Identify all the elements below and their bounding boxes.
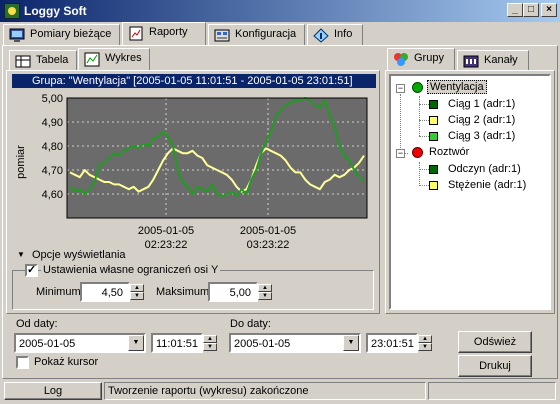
group-tree[interactable]: − Wentylacja Ciąg 1 (adr:1) Ciąg 2 (adr:… [389, 74, 551, 310]
status-message: Tworzenie raportu (wykresu) zakończone [104, 382, 426, 400]
log-button[interactable]: Log [4, 382, 102, 400]
tab-kanaly[interactable]: Kanały [457, 50, 529, 71]
to-date-input[interactable]: 2005-01-05 [229, 333, 361, 353]
minimize-button[interactable]: _ [507, 3, 523, 17]
max-spinner[interactable]: ▲ ▼ [258, 284, 272, 300]
tab-pomiary[interactable]: Pomiary bieżące [3, 24, 120, 46]
tab-label: Pomiary bieżące [30, 28, 112, 40]
channels-icon [463, 55, 479, 68]
y-tick-label: 4,80 [42, 141, 63, 153]
report-icon [129, 26, 143, 41]
show-cursor-checkbox[interactable] [16, 356, 29, 369]
y-tick-label: 4,70 [42, 165, 63, 177]
show-cursor-label: Pokaż kursor [34, 356, 99, 368]
y-tick-label: 4,60 [42, 189, 63, 201]
window-title: Loggy Soft [24, 4, 87, 18]
tab-label: Kanały [484, 54, 518, 66]
tree-channel[interactable]: Ciąg 1 (adr:1) [448, 98, 515, 110]
min-input[interactable]: 4,50 [80, 282, 130, 302]
custom-limits-checkbox[interactable]: ✓ [25, 264, 38, 277]
chart-header: Grupa: "Wentylacja" [2005-01-05 11:01:51… [12, 74, 376, 88]
tab-grupy[interactable]: Grupy [387, 48, 455, 71]
config-icon [214, 29, 230, 42]
tree-group-wentylacja[interactable]: Wentylacja [427, 80, 487, 94]
y-tick-label: 5,00 [42, 93, 63, 105]
table-icon [15, 55, 31, 68]
app-icon [4, 3, 20, 19]
to-time-input[interactable]: 23:01:51 [366, 333, 418, 353]
tree-channel[interactable]: Ciąg 3 (adr:1) [448, 130, 515, 142]
refresh-button[interactable]: Odśwież [458, 331, 532, 353]
channel-color-icon [429, 100, 438, 109]
close-button[interactable]: × [541, 3, 557, 17]
tab-konfiguracja[interactable]: Konfiguracja [208, 24, 305, 46]
max-input[interactable]: 5,00 [208, 282, 258, 302]
tab-label: Wykres [105, 52, 142, 64]
max-label: Maksimum [156, 286, 210, 298]
title-bar: Loggy Soft _ □ × [0, 0, 560, 22]
dropdown-arrow-icon[interactable]: ▼ [128, 335, 144, 351]
collapse-arrow-icon[interactable]: ▼ [17, 250, 25, 259]
from-time-input[interactable]: 11:01:51 [151, 333, 203, 353]
plot-area [67, 98, 367, 218]
tree-channel[interactable]: Odczyn (adr:1) [448, 163, 521, 175]
tab-label: Grupy [414, 52, 444, 64]
collapse-toggle[interactable]: − [396, 149, 405, 158]
from-date-label: Od daty: [16, 318, 58, 330]
dropdown-arrow-icon[interactable]: ▼ [343, 335, 359, 351]
channel-color-icon [429, 116, 438, 125]
channel-color-icon [429, 181, 438, 190]
from-date-input[interactable]: 2005-01-05 [14, 333, 146, 353]
to-time-spinner[interactable]: ▲ ▼ [418, 335, 432, 351]
info-icon [313, 28, 329, 43]
collapse-toggle[interactable]: − [396, 84, 405, 93]
to-date-label: Do daty: [230, 318, 271, 330]
groups-icon [394, 53, 408, 66]
x-tick-label: 2005-01-05 [240, 225, 296, 237]
from-time-spinner[interactable]: ▲ ▼ [203, 335, 217, 351]
tab-label: Raporty [149, 26, 188, 38]
min-label: Minimum [36, 286, 81, 298]
y-tick-label: 4,90 [42, 117, 63, 129]
tab-tabela[interactable]: Tabela [9, 50, 77, 71]
channel-color-icon [429, 165, 438, 174]
y-axis-label: pomiar [15, 145, 27, 179]
maximize-button[interactable]: □ [523, 3, 539, 17]
x-tick-label: 03:23:22 [247, 239, 290, 248]
monitor-icon [9, 28, 25, 42]
tree-group-roztwor[interactable]: Roztwór [429, 146, 469, 158]
tab-label: Tabela [36, 54, 69, 66]
chart-icon [84, 52, 100, 67]
channel-color-icon [429, 132, 438, 141]
chart: 5,00 4,90 4,80 4,70 4,60 2005-01-05 02:23:22 2… [12, 88, 376, 248]
min-spinner[interactable]: ▲ ▼ [130, 284, 144, 300]
tab-info[interactable]: Info [307, 24, 363, 46]
tab-wykres[interactable]: Wykres [78, 48, 150, 71]
tree-channel[interactable]: Ciąg 2 (adr:1) [448, 114, 515, 126]
custom-limits-label: Ustawienia własne ograniczeń osi Y [41, 264, 221, 276]
tab-label: Info [334, 28, 353, 40]
tab-raporty[interactable]: Raporty [122, 22, 206, 46]
status-pane-empty [428, 382, 556, 400]
group-status-icon [412, 82, 423, 93]
tree-channel[interactable]: Stężenie (adr:1) [448, 179, 526, 191]
print-button[interactable]: Drukuj [458, 355, 532, 377]
x-tick-label: 02:23:22 [145, 239, 188, 248]
x-tick-label: 2005-01-05 [138, 225, 194, 237]
group-status-icon [412, 147, 423, 158]
tab-label: Konfiguracja [235, 28, 297, 40]
display-options-toggle[interactable]: Opcje wyświetlania [32, 249, 126, 261]
